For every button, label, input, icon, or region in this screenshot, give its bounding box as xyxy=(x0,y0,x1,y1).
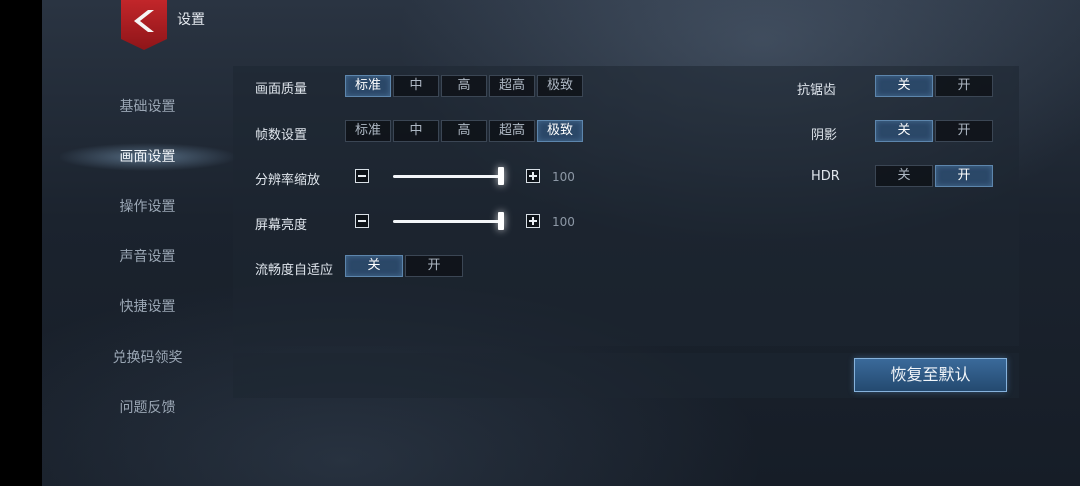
antialias-option-off[interactable]: 关 xyxy=(875,75,933,97)
page-title: 设置 xyxy=(177,12,205,28)
brightness-value: 100 xyxy=(552,215,575,229)
sidebar-item-sound[interactable]: 声音设置 xyxy=(60,242,235,272)
framerate-option-high[interactable]: 高 xyxy=(441,120,487,142)
adaptive-option-on[interactable]: 开 xyxy=(405,255,463,277)
hdr-label: HDR xyxy=(811,169,840,184)
quality-label: 画面质量 xyxy=(255,82,308,97)
adaptive-label: 流畅度自适应 xyxy=(255,263,334,278)
minus-icon xyxy=(358,175,366,177)
sidebar-item-shortcuts[interactable]: 快捷设置 xyxy=(60,292,235,322)
resolution-label: 分辨率缩放 xyxy=(255,173,321,188)
plus-icon xyxy=(529,217,537,225)
resolution-slider-thumb[interactable] xyxy=(498,167,504,185)
shadow-option-off[interactable]: 关 xyxy=(875,120,933,142)
resolution-decrease-button[interactable] xyxy=(355,169,369,183)
antialias-option-on[interactable]: 开 xyxy=(935,75,993,97)
back-arrow-icon xyxy=(134,10,154,32)
quality-option-extreme[interactable]: 极致 xyxy=(537,75,583,97)
brightness-slider-thumb[interactable] xyxy=(498,212,504,230)
shadow-option-on[interactable]: 开 xyxy=(935,120,993,142)
sidebar-item-basic[interactable]: 基础设置 xyxy=(60,92,235,122)
adaptive-option-off[interactable]: 关 xyxy=(345,255,403,277)
hdr-option-off[interactable]: 关 xyxy=(875,165,933,187)
resolution-slider-track[interactable] xyxy=(393,175,501,178)
framerate-label: 帧数设置 xyxy=(255,128,308,143)
plus-icon xyxy=(529,172,537,180)
minus-icon xyxy=(358,220,366,222)
sidebar-item-controls[interactable]: 操作设置 xyxy=(60,192,235,222)
settings-panel xyxy=(233,66,1019,346)
resolution-value: 100 xyxy=(552,170,575,184)
hdr-option-on[interactable]: 开 xyxy=(935,165,993,187)
quality-option-standard[interactable]: 标准 xyxy=(345,75,391,97)
brightness-slider-track[interactable] xyxy=(393,220,501,223)
sidebar-item-graphics[interactable]: 画面设置 xyxy=(60,142,235,172)
antialias-toggle: 关 开 xyxy=(875,75,995,97)
quality-option-high[interactable]: 高 xyxy=(441,75,487,97)
sidebar-item-redeem[interactable]: 兑换码领奖 xyxy=(60,343,235,373)
framerate-selector: 标准 中 高 超高 极致 xyxy=(345,120,585,142)
reset-default-button[interactable]: 恢复至默认 xyxy=(854,358,1007,392)
shadow-label: 阴影 xyxy=(811,128,838,143)
framerate-option-extreme[interactable]: 极致 xyxy=(537,120,583,142)
brightness-increase-button[interactable] xyxy=(526,214,540,228)
resolution-increase-button[interactable] xyxy=(526,169,540,183)
antialias-label: 抗锯齿 xyxy=(797,83,837,98)
framerate-option-ultra[interactable]: 超高 xyxy=(489,120,535,142)
brightness-label: 屏幕亮度 xyxy=(255,218,308,233)
shadow-toggle: 关 开 xyxy=(875,120,995,142)
hdr-toggle: 关 开 xyxy=(875,165,995,187)
framerate-option-standard[interactable]: 标准 xyxy=(345,120,391,142)
left-edge-bar xyxy=(0,0,42,486)
sidebar-item-feedback[interactable]: 问题反馈 xyxy=(60,393,235,423)
quality-selector: 标准 中 高 超高 极致 xyxy=(345,75,585,97)
brightness-decrease-button[interactable] xyxy=(355,214,369,228)
quality-option-ultra[interactable]: 超高 xyxy=(489,75,535,97)
framerate-option-medium[interactable]: 中 xyxy=(393,120,439,142)
adaptive-toggle: 关 开 xyxy=(345,255,465,277)
quality-option-medium[interactable]: 中 xyxy=(393,75,439,97)
